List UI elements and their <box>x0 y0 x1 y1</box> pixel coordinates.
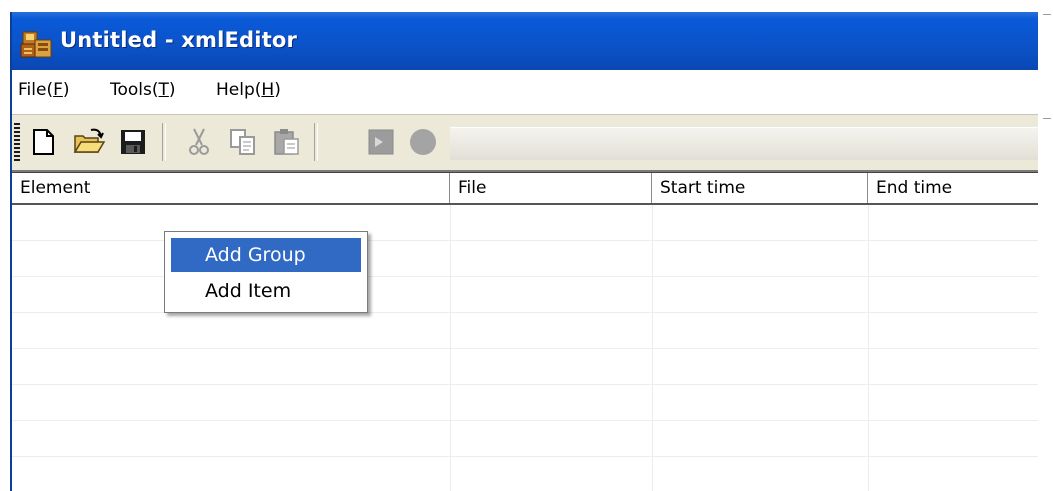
menu-file-accel: F <box>53 80 63 100</box>
column-divider <box>652 205 653 491</box>
table-row[interactable] <box>12 457 1038 491</box>
table-row[interactable] <box>12 385 1038 421</box>
copy-icon[interactable] <box>226 125 260 159</box>
toolbar <box>12 115 1038 172</box>
context-menu-add-group[interactable]: Add Group <box>171 238 361 272</box>
list-header: Element File Start time End time <box>12 173 1038 205</box>
cut-icon[interactable] <box>182 125 216 159</box>
menu-help-end: ) <box>274 80 281 100</box>
table-row[interactable] <box>12 421 1038 457</box>
window-title: Untitled - xmlEditor <box>60 28 298 52</box>
table-row[interactable] <box>12 313 1038 349</box>
toolbar-separator <box>162 123 166 161</box>
menu-tools-accel: T <box>158 80 169 100</box>
menu-help[interactable]: Help(H) <box>216 80 281 100</box>
menu-file-label: File( <box>18 80 54 100</box>
toolbar-empty-band <box>450 127 1038 160</box>
column-header-start-time[interactable]: Start time <box>652 173 868 203</box>
open-folder-icon[interactable] <box>72 125 106 159</box>
context-menu-add-item[interactable]: Add Item <box>171 274 361 308</box>
xml-app-icon[interactable] <box>20 30 54 60</box>
save-icon[interactable] <box>116 125 150 159</box>
menu-bar: File(F) Tools(T) Help(H) <box>12 70 1038 115</box>
toolbar-separator <box>314 123 318 161</box>
menu-file-end: ) <box>62 80 70 100</box>
paste-icon[interactable] <box>270 125 304 159</box>
edge-tick <box>1043 118 1051 119</box>
new-file-icon[interactable] <box>26 125 60 159</box>
menu-tools-label: Tools( <box>110 80 159 100</box>
stop-icon[interactable] <box>364 125 398 159</box>
context-menu: Add Group Add Item <box>164 231 368 313</box>
column-divider <box>868 205 869 491</box>
column-divider <box>450 205 451 491</box>
screenshot-stage: Untitled - xmlEditor File(F) Tools(T) He… <box>0 0 1053 491</box>
record-icon[interactable] <box>406 125 440 159</box>
table-row[interactable] <box>12 349 1038 385</box>
column-header-file[interactable]: File <box>450 173 652 203</box>
menu-help-label: Help( <box>216 80 262 100</box>
column-header-end-time[interactable]: End time <box>868 173 1038 203</box>
menu-help-accel: H <box>261 80 275 100</box>
element-list[interactable]: Element File Start time End time <box>12 172 1038 491</box>
menu-file[interactable]: File(F) <box>18 80 70 100</box>
toolbar-grip[interactable] <box>14 123 20 163</box>
title-bar[interactable]: Untitled - xmlEditor <box>12 12 1038 70</box>
column-header-element[interactable]: Element <box>12 173 450 203</box>
menu-tools[interactable]: Tools(T) <box>110 80 176 100</box>
edge-tick <box>1043 14 1051 15</box>
menu-tools-end: ) <box>168 80 176 100</box>
